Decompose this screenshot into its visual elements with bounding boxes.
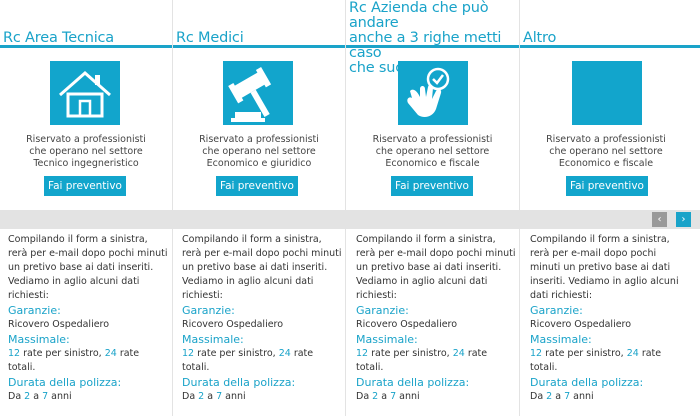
title-underline [173, 45, 345, 48]
massimale-label: Massimale: [356, 333, 418, 346]
intro-text: Compilando il form a sinistra, rerà per … [530, 234, 679, 301]
intro-text: Compilando il form a sinistra, rerà per … [182, 234, 342, 301]
durata-value: Da 2 a 7 anni [356, 391, 420, 402]
durata-label: Durata della polizza: [8, 376, 122, 389]
durata-label: Durata della polizza: [182, 376, 296, 389]
massimale-value: 12 rate per sinistro, 24 rate totali. [8, 348, 140, 373]
house-icon [59, 71, 111, 118]
fai-preventivo-button[interactable]: Fai preventivo [566, 176, 648, 196]
garanzie-value: Ricovero Ospedaliero [356, 319, 458, 330]
house-icon-box [50, 61, 120, 125]
blank-icon [572, 61, 642, 125]
garanzie-label: Garanzie: [182, 304, 235, 317]
column-details: Compilando il form a sinistra, rerà per … [356, 233, 516, 404]
hand-check-icon [407, 67, 450, 117]
garanzie-label: Garanzie: [8, 304, 61, 317]
title-underline [0, 45, 172, 48]
title-underline [520, 45, 700, 48]
gavel-icon-box [223, 61, 293, 125]
gavel-icon [228, 67, 272, 122]
fai-preventivo-button[interactable]: Fai preventivo [44, 176, 126, 196]
column-title: Altro [523, 30, 557, 46]
column-details: Compilando il form a sinistra, rerà per … [8, 233, 168, 404]
fai-preventivo-button[interactable]: Fai preventivo [391, 176, 473, 196]
column-title: Rc Area Tecnica [3, 30, 114, 46]
column-title: Rc Medici [176, 30, 244, 46]
product-column-azienda: Rc Azienda che può andare anche a 3 righ… [346, 0, 519, 416]
garanzie-label: Garanzie: [356, 304, 409, 317]
intro-text: Compilando il form a sinistra, rerà per … [8, 234, 168, 301]
massimale-value: 12 rate per sinistro, 24 rate totali. [530, 348, 662, 373]
durata-value: Da 2 a 7 anni [182, 391, 246, 402]
garanzie-value: Ricovero Ospedaliero [8, 319, 110, 330]
hand-check-icon-box [398, 61, 468, 125]
column-description: Riservato a professionisti che operano n… [372, 134, 493, 169]
column-description: Riservato a professionisti che operano n… [26, 134, 146, 169]
product-column-medici: Rc Medici Riservato a professionisti che… [173, 0, 345, 416]
durata-label: Durata della polizza: [356, 376, 470, 389]
massimale-label: Massimale: [8, 333, 70, 346]
title-underline [346, 45, 519, 48]
product-column-area-tecnica: Rc Area Tecnica Riservato a professionis… [0, 0, 172, 416]
fai-preventivo-button[interactable]: Fai preventivo [216, 176, 298, 196]
column-description: Riservato a professionisti che operano n… [546, 134, 666, 169]
durata-value: Da 2 a 7 anni [8, 391, 72, 402]
massimale-value: 12 rate per sinistro, 24 rate totali. [356, 348, 488, 373]
garanzie-label: Garanzie: [530, 304, 583, 317]
garanzie-value: Ricovero Ospedaliero [182, 319, 284, 330]
massimale-value: 12 rate per sinistro, 24 rate totali. [182, 348, 314, 373]
garanzie-value: Ricovero Ospedaliero [530, 319, 632, 330]
massimale-label: Massimale: [530, 333, 592, 346]
column-description: Riservato a professionisti che operano n… [199, 134, 319, 169]
column-details: Compilando il form a sinistra, rerà per … [530, 233, 682, 404]
massimale-label: Massimale: [182, 333, 244, 346]
column-details: Compilando il form a sinistra, rerà per … [182, 233, 342, 404]
durata-label: Durata della polizza: [530, 376, 644, 389]
intro-text: Compilando il form a sinistra, rerà per … [356, 234, 516, 301]
durata-value: Da 2 a 7 anni [530, 391, 594, 402]
product-column-altro: Altro Riservato a professionisti che ope… [520, 0, 700, 416]
